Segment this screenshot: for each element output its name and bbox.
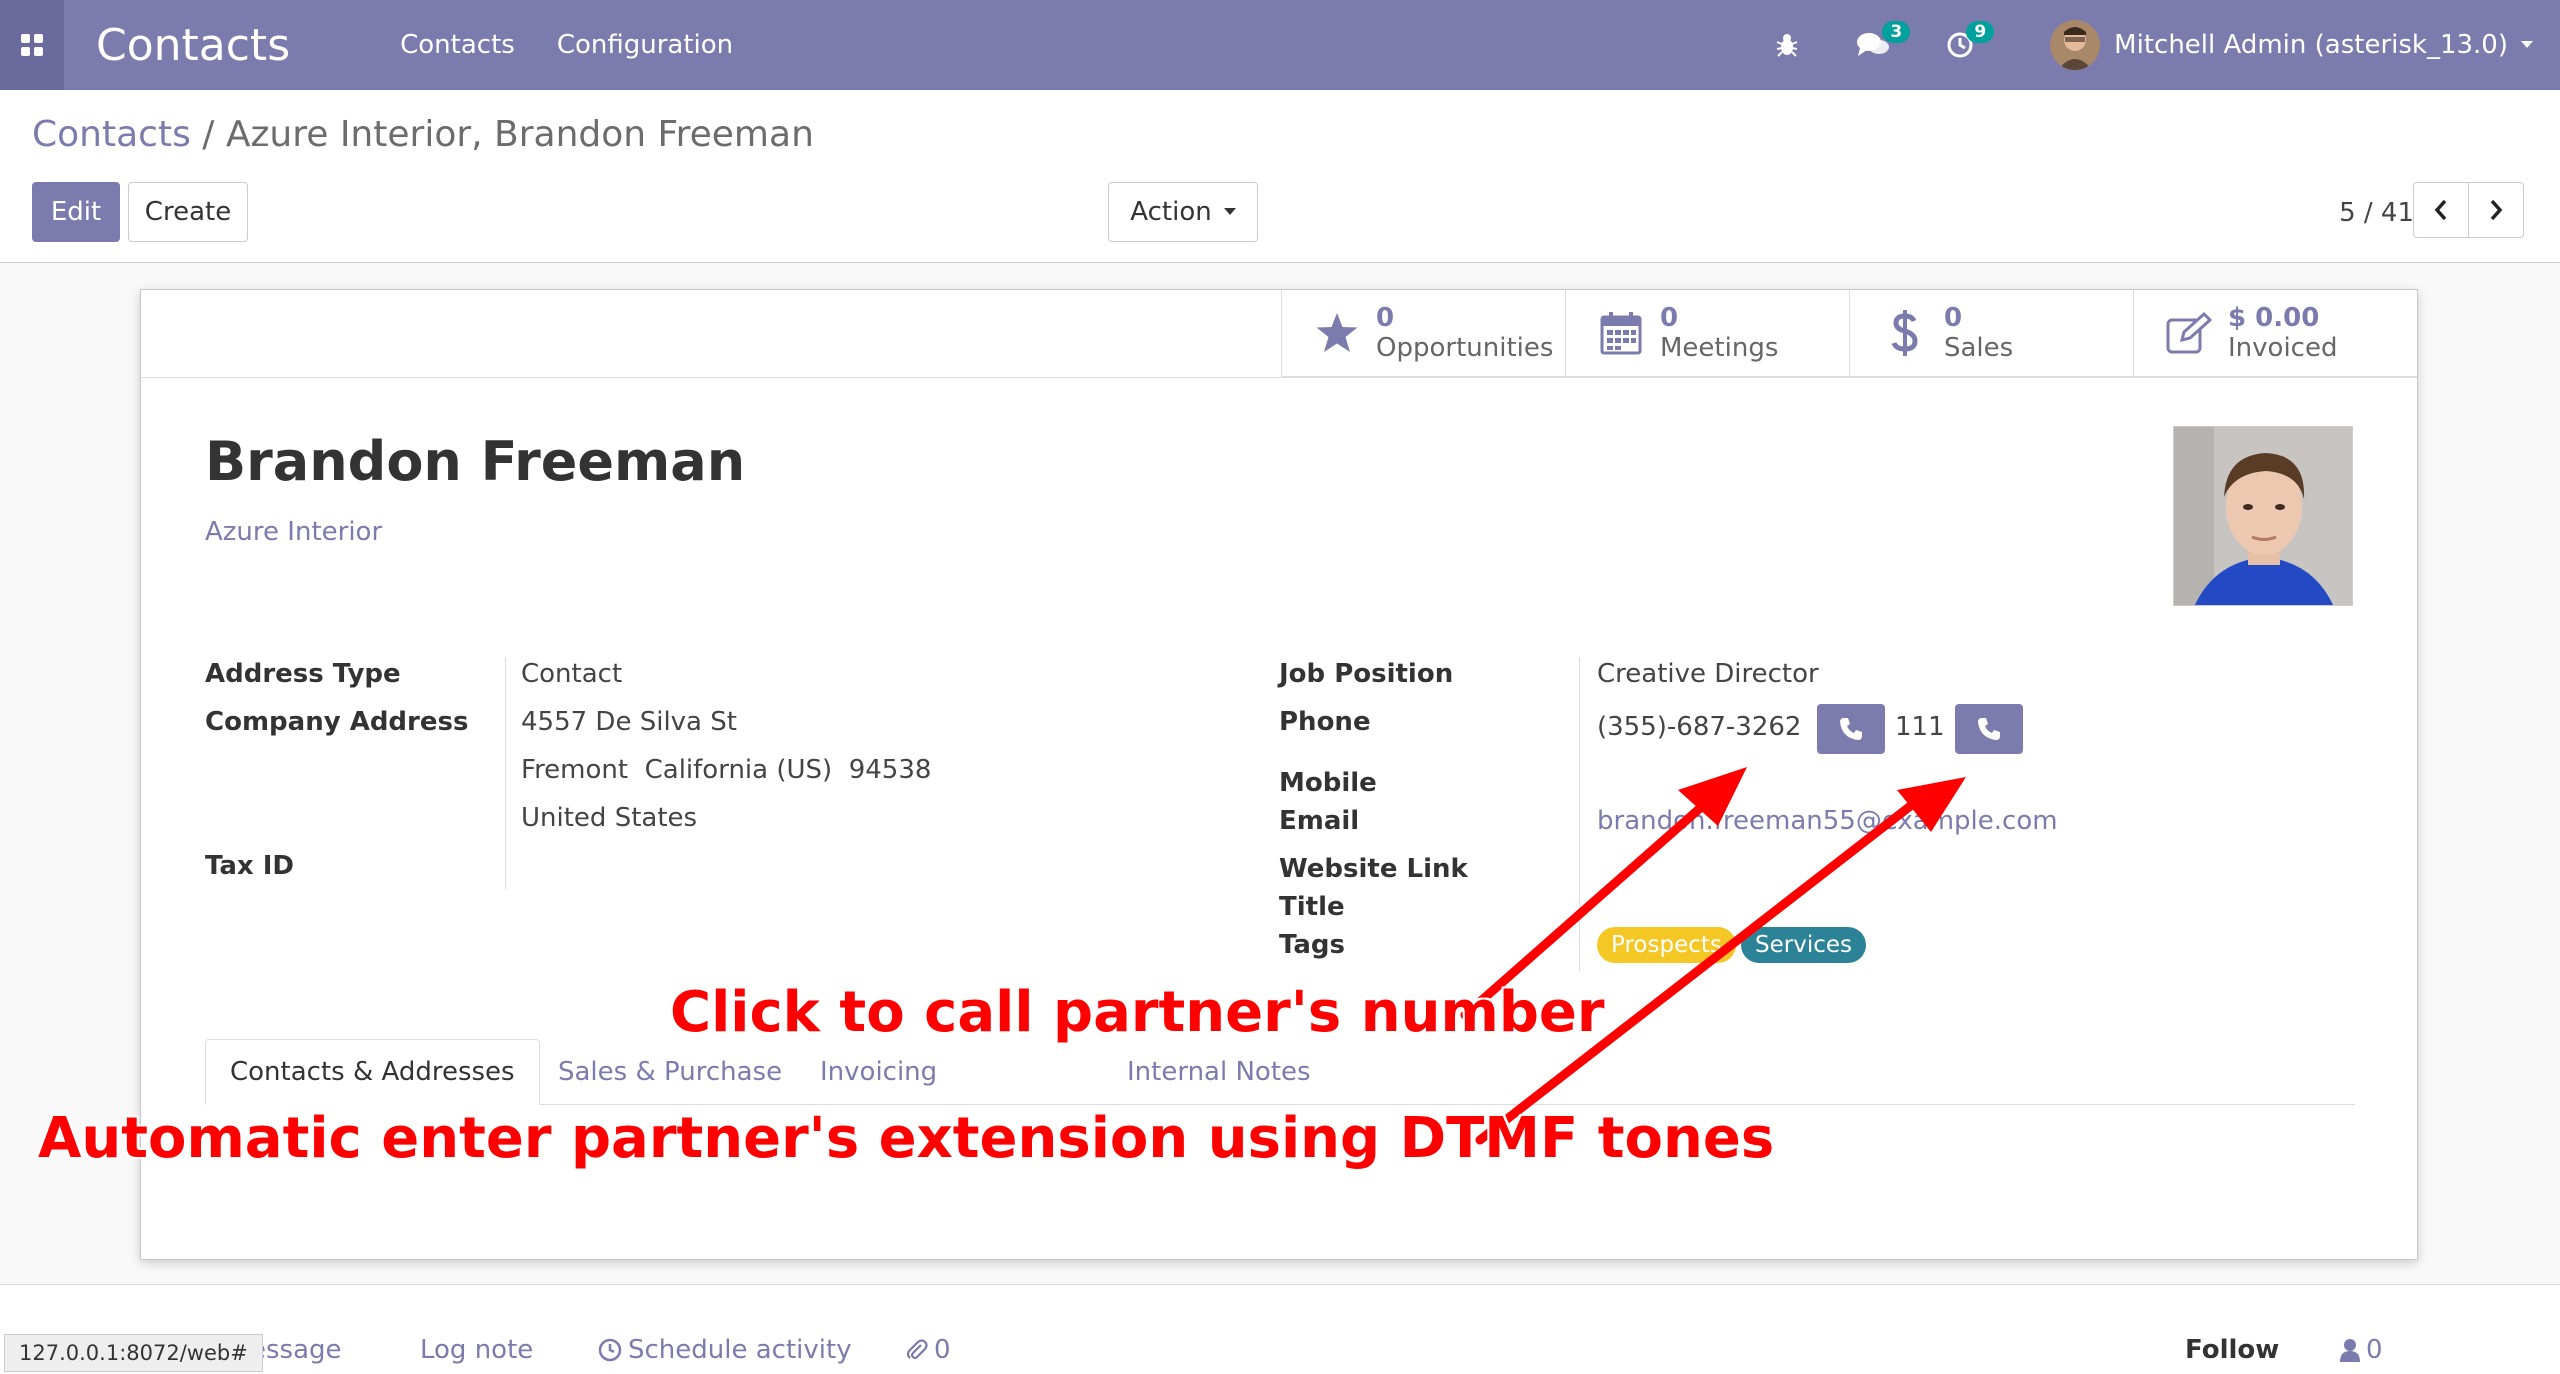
log-note-button[interactable]: Log note	[420, 1335, 533, 1365]
paperclip-icon	[906, 1339, 928, 1360]
annotation-call: Click to call partner's number	[670, 980, 1605, 1045]
followers-count: 0	[2366, 1335, 2383, 1365]
clock-icon	[598, 1338, 622, 1362]
dtmf-arrow	[1475, 777, 1966, 1145]
attachments-count: 0	[934, 1335, 951, 1365]
followers-button[interactable]: 0	[2340, 1335, 2383, 1365]
annotation-dtmf: Automatic enter partner's extension usin…	[38, 1106, 1775, 1171]
follow-button[interactable]: Follow	[2185, 1335, 2279, 1365]
schedule-activity-button[interactable]: Schedule activity	[598, 1335, 852, 1365]
status-url-tooltip: 127.0.0.1:8072/web#	[4, 1334, 263, 1372]
user-icon	[2340, 1339, 2360, 1362]
schedule-activity-label: Schedule activity	[628, 1335, 852, 1365]
send-message-button[interactable]: essage	[250, 1335, 342, 1365]
attachments-button[interactable]: 0	[906, 1335, 951, 1365]
chatter-bar: essage Log note Schedule activity 0 Foll…	[0, 1284, 2560, 1374]
call-arrow	[1460, 767, 1747, 1020]
